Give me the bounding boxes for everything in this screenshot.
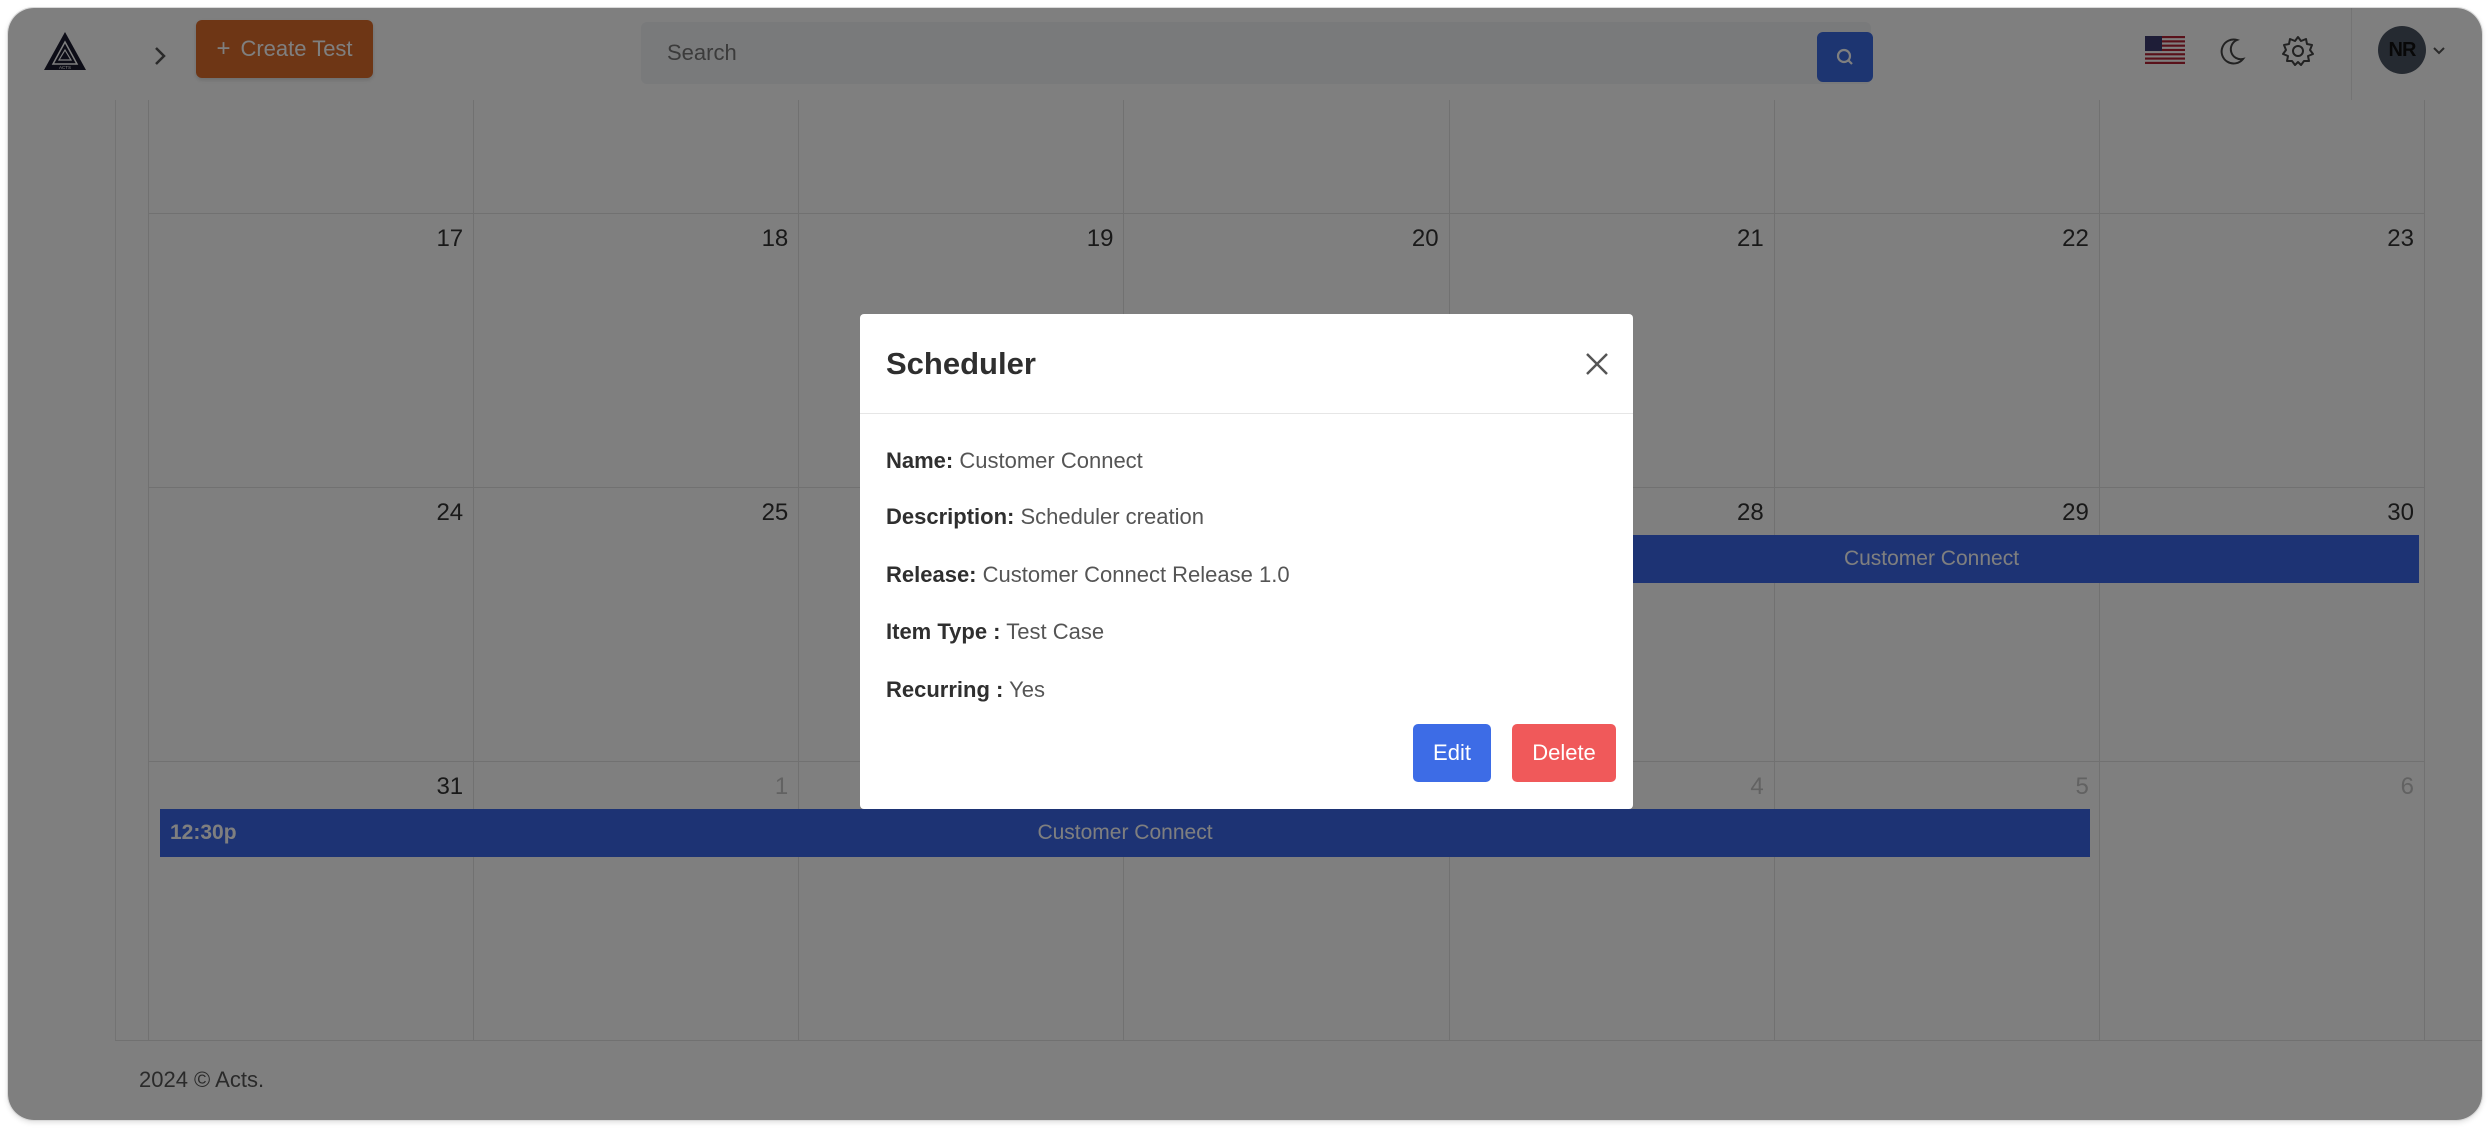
modal-title: Scheduler [886, 346, 1036, 381]
edit-button[interactable]: Edit [1413, 724, 1491, 782]
scheduler-modal: Scheduler Name: Customer Connect Descrip… [860, 314, 1633, 809]
modal-header: Scheduler [860, 314, 1633, 414]
field-description: Description: Scheduler creation [886, 504, 1204, 529]
close-icon[interactable] [1581, 348, 1613, 380]
field-name: Name: Customer Connect [886, 448, 1143, 473]
delete-button[interactable]: Delete [1512, 724, 1616, 782]
field-release: Release: Customer Connect Release 1.0 [886, 562, 1290, 587]
field-recurring: Recurring : Yes [886, 677, 1045, 702]
field-item-type: Item Type : Test Case [886, 619, 1105, 644]
app-window: ACTS + Create Test [8, 8, 2482, 1120]
